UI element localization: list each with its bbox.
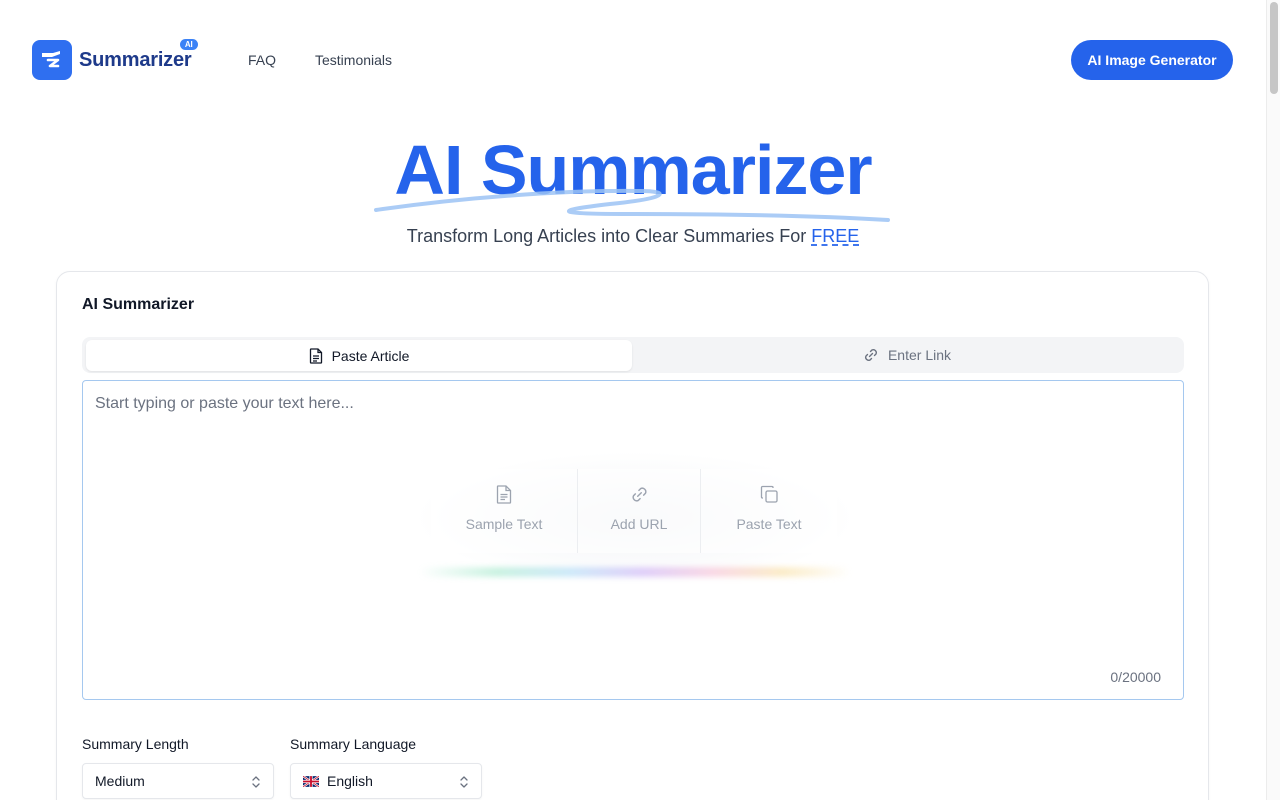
- article-input-box: Sample Text Add URL Paste Text 0/20000: [82, 380, 1184, 700]
- chevron-up-down-icon: [252, 776, 260, 788]
- add-url-label: Add URL: [610, 516, 668, 532]
- site-header: Summarizer AI FAQ Testimonials AI Image …: [0, 0, 1266, 120]
- paste-text-button[interactable]: Paste Text: [701, 469, 837, 553]
- summarizer-card: AI Summarizer Paste Article Enter Link S…: [56, 271, 1209, 800]
- summary-language-select[interactable]: English: [290, 763, 482, 799]
- hero-subtitle: Transform Long Articles into Clear Summa…: [0, 225, 1266, 247]
- sample-text-button[interactable]: Sample Text: [431, 469, 578, 553]
- hero-subtitle-text: Transform Long Articles into Clear Summa…: [406, 226, 812, 246]
- uk-flag-icon: [303, 775, 319, 787]
- scrollbar-thumb[interactable]: [1270, 2, 1278, 94]
- tab-paste-article-label: Paste Article: [331, 347, 410, 364]
- summary-length-label: Summary Length: [82, 736, 189, 752]
- summary-length-value: Medium: [95, 773, 145, 789]
- tab-paste-article[interactable]: Paste Article: [86, 340, 632, 371]
- logo-text-label: Summarizer: [79, 48, 192, 71]
- copy-icon: [760, 485, 778, 503]
- logo-icon: [32, 40, 72, 80]
- logo-ai-badge: AI: [179, 38, 198, 50]
- tab-enter-link[interactable]: Enter Link: [634, 339, 1180, 371]
- nav-faq-link[interactable]: FAQ: [248, 50, 276, 70]
- hero-underline-scribble: [374, 188, 890, 222]
- document-icon: [496, 485, 512, 504]
- logo-text: Summarizer AI: [79, 38, 198, 72]
- ai-image-generator-button[interactable]: AI Image Generator: [1071, 40, 1233, 80]
- free-label: FREE: [811, 226, 860, 246]
- sample-text-label: Sample Text: [465, 516, 543, 532]
- page-scrollbar[interactable]: [1266, 0, 1280, 800]
- card-title: AI Summarizer: [82, 296, 195, 313]
- link-icon: [864, 349, 877, 361]
- chevron-up-down-icon: [460, 776, 468, 788]
- add-url-button[interactable]: Add URL: [578, 469, 701, 553]
- summary-language-value: English: [327, 773, 373, 789]
- quick-actions: Sample Text Add URL Paste Text: [431, 469, 837, 553]
- paste-text-label: Paste Text: [736, 516, 802, 532]
- link-icon: [632, 487, 646, 502]
- character-count: 0/20000: [1110, 669, 1161, 685]
- logo-link[interactable]: Summarizer AI: [32, 38, 198, 80]
- document-icon: [309, 347, 322, 364]
- summary-length-select[interactable]: Medium: [82, 763, 274, 799]
- rainbow-glow: [419, 567, 851, 577]
- input-mode-tabs: Paste Article Enter Link: [82, 337, 1184, 373]
- nav-testimonials-link[interactable]: Testimonials: [315, 50, 392, 70]
- tab-enter-link-label: Enter Link: [887, 347, 952, 363]
- summary-language-label: Summary Language: [290, 736, 417, 752]
